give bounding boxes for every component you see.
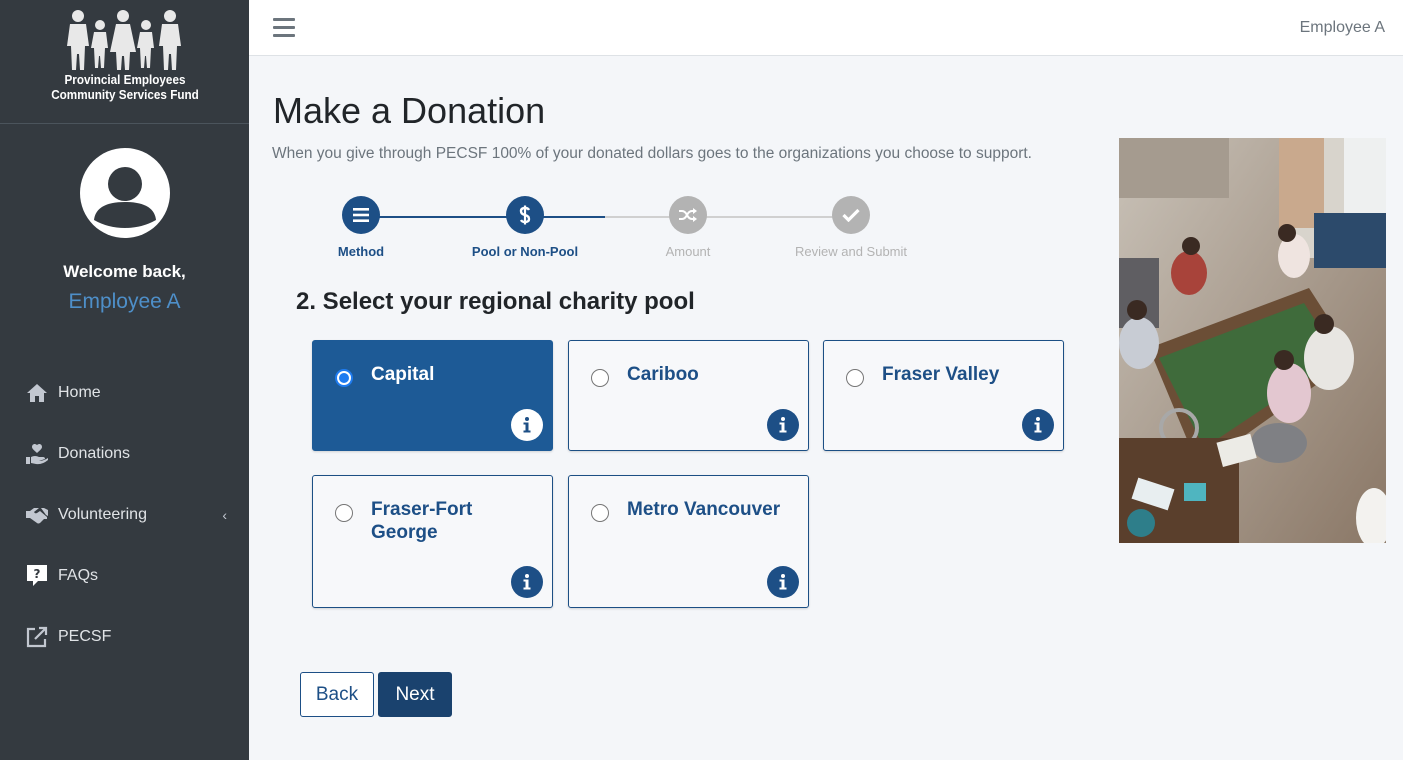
sidebar-item-faqs[interactable]: ? FAQs	[0, 545, 249, 606]
pool-label: Fraser-Fort George	[371, 499, 473, 543]
sidebar-nav: Home Donations Volunteering ‹ ? FAQs PEC…	[0, 362, 249, 667]
step-pool-or-non-pool[interactable]: Pool or Non-Pool	[443, 196, 607, 259]
welcome-text: Welcome back,	[63, 262, 186, 281]
brand-line-1: Provincial Employees	[64, 72, 185, 87]
pool-card-fraser-valley[interactable]: Fraser Valley	[823, 340, 1064, 451]
main-content: Make a Donation When you give through PE…	[249, 56, 1403, 760]
sidebar-username[interactable]: Employee A	[68, 290, 180, 314]
radio-button[interactable]	[335, 504, 353, 522]
info-icon[interactable]	[767, 566, 799, 598]
user-avatar-icon	[93, 167, 156, 228]
dollar-icon	[506, 196, 544, 234]
handshake-icon	[24, 503, 50, 527]
sidebar-item-label: Volunteering	[58, 505, 147, 523]
pool-label: Metro Vancouver	[627, 499, 781, 520]
sidebar-item-volunteering[interactable]: Volunteering ‹	[0, 484, 249, 545]
step-label: Amount	[665, 244, 711, 259]
radio-button[interactable]	[591, 504, 609, 522]
list-icon	[342, 196, 380, 234]
pool-card-metro-vancouver[interactable]: Metro Vancouver	[568, 475, 809, 608]
radio-button[interactable]	[591, 369, 609, 387]
external-link-icon	[24, 625, 50, 649]
pecsf-logo-icon	[66, 10, 181, 70]
step-label: Method	[337, 244, 385, 259]
pool-label: Fraser Valley	[882, 364, 1000, 385]
user-panel: Welcome back, Employee A	[0, 124, 249, 314]
topbar: Employee A	[249, 0, 1403, 56]
info-icon[interactable]	[767, 409, 799, 441]
info-icon[interactable]	[511, 566, 543, 598]
sidebar-item-label: Donations	[58, 444, 131, 462]
sidebar-item-pecsf[interactable]: PECSF	[0, 606, 249, 667]
radio-button-selected[interactable]	[335, 369, 353, 387]
step-method[interactable]: Method	[279, 196, 443, 259]
topbar-user-name[interactable]: Employee A	[1300, 19, 1385, 37]
back-button[interactable]: Back	[300, 672, 374, 717]
next-button[interactable]: Next	[378, 672, 452, 717]
chevron-left-icon[interactable]: ‹	[222, 507, 227, 523]
info-icon[interactable]	[1022, 409, 1054, 441]
page-title: Make a Donation	[273, 90, 546, 131]
pool-label: Cariboo	[627, 364, 699, 385]
question-comment-icon: ?	[24, 564, 50, 588]
check-icon	[832, 196, 870, 234]
sidebar: Provincial Employees Community Services …	[0, 0, 249, 760]
hamburger-menu-icon[interactable]	[273, 18, 295, 38]
step-label: Review and Submit	[795, 244, 907, 259]
progress-stepper: Method Pool or Non-Pool Amount Review an…	[309, 196, 949, 266]
sidebar-item-label: Home	[58, 383, 101, 401]
info-icon[interactable]	[511, 409, 543, 441]
step-review-and-submit[interactable]: Review and Submit	[769, 196, 933, 259]
sidebar-item-home[interactable]: Home	[0, 362, 249, 423]
page-subtitle: When you give through PECSF 100% of your…	[272, 145, 1032, 162]
home-icon	[24, 381, 50, 405]
pool-label: Capital	[371, 364, 435, 385]
pool-card-fraser-fort-george[interactable]: Fraser-Fort George	[312, 475, 553, 608]
step-amount[interactable]: Amount	[606, 196, 770, 259]
section-title: 2. Select your regional charity pool	[296, 288, 695, 315]
pool-card-cariboo[interactable]: Cariboo	[568, 340, 809, 451]
brand-text: Provincial Employees Community Services …	[51, 72, 199, 102]
pool-card-capital[interactable]: Capital	[312, 340, 553, 451]
svg-text:?: ?	[34, 567, 41, 581]
step-label: Pool or Non-Pool	[471, 244, 579, 259]
random-icon	[669, 196, 707, 234]
radio-button[interactable]	[846, 369, 864, 387]
brand[interactable]: Provincial Employees Community Services …	[0, 0, 249, 124]
hand-holding-heart-icon	[24, 442, 50, 466]
brand-line-2: Community Services Fund	[50, 87, 199, 102]
avatar[interactable]	[79, 148, 170, 238]
sidebar-item-donations[interactable]: Donations	[0, 423, 249, 484]
volunteers-photo	[1119, 138, 1386, 543]
sidebar-item-label: PECSF	[58, 627, 112, 645]
sidebar-item-label: FAQs	[58, 566, 99, 584]
